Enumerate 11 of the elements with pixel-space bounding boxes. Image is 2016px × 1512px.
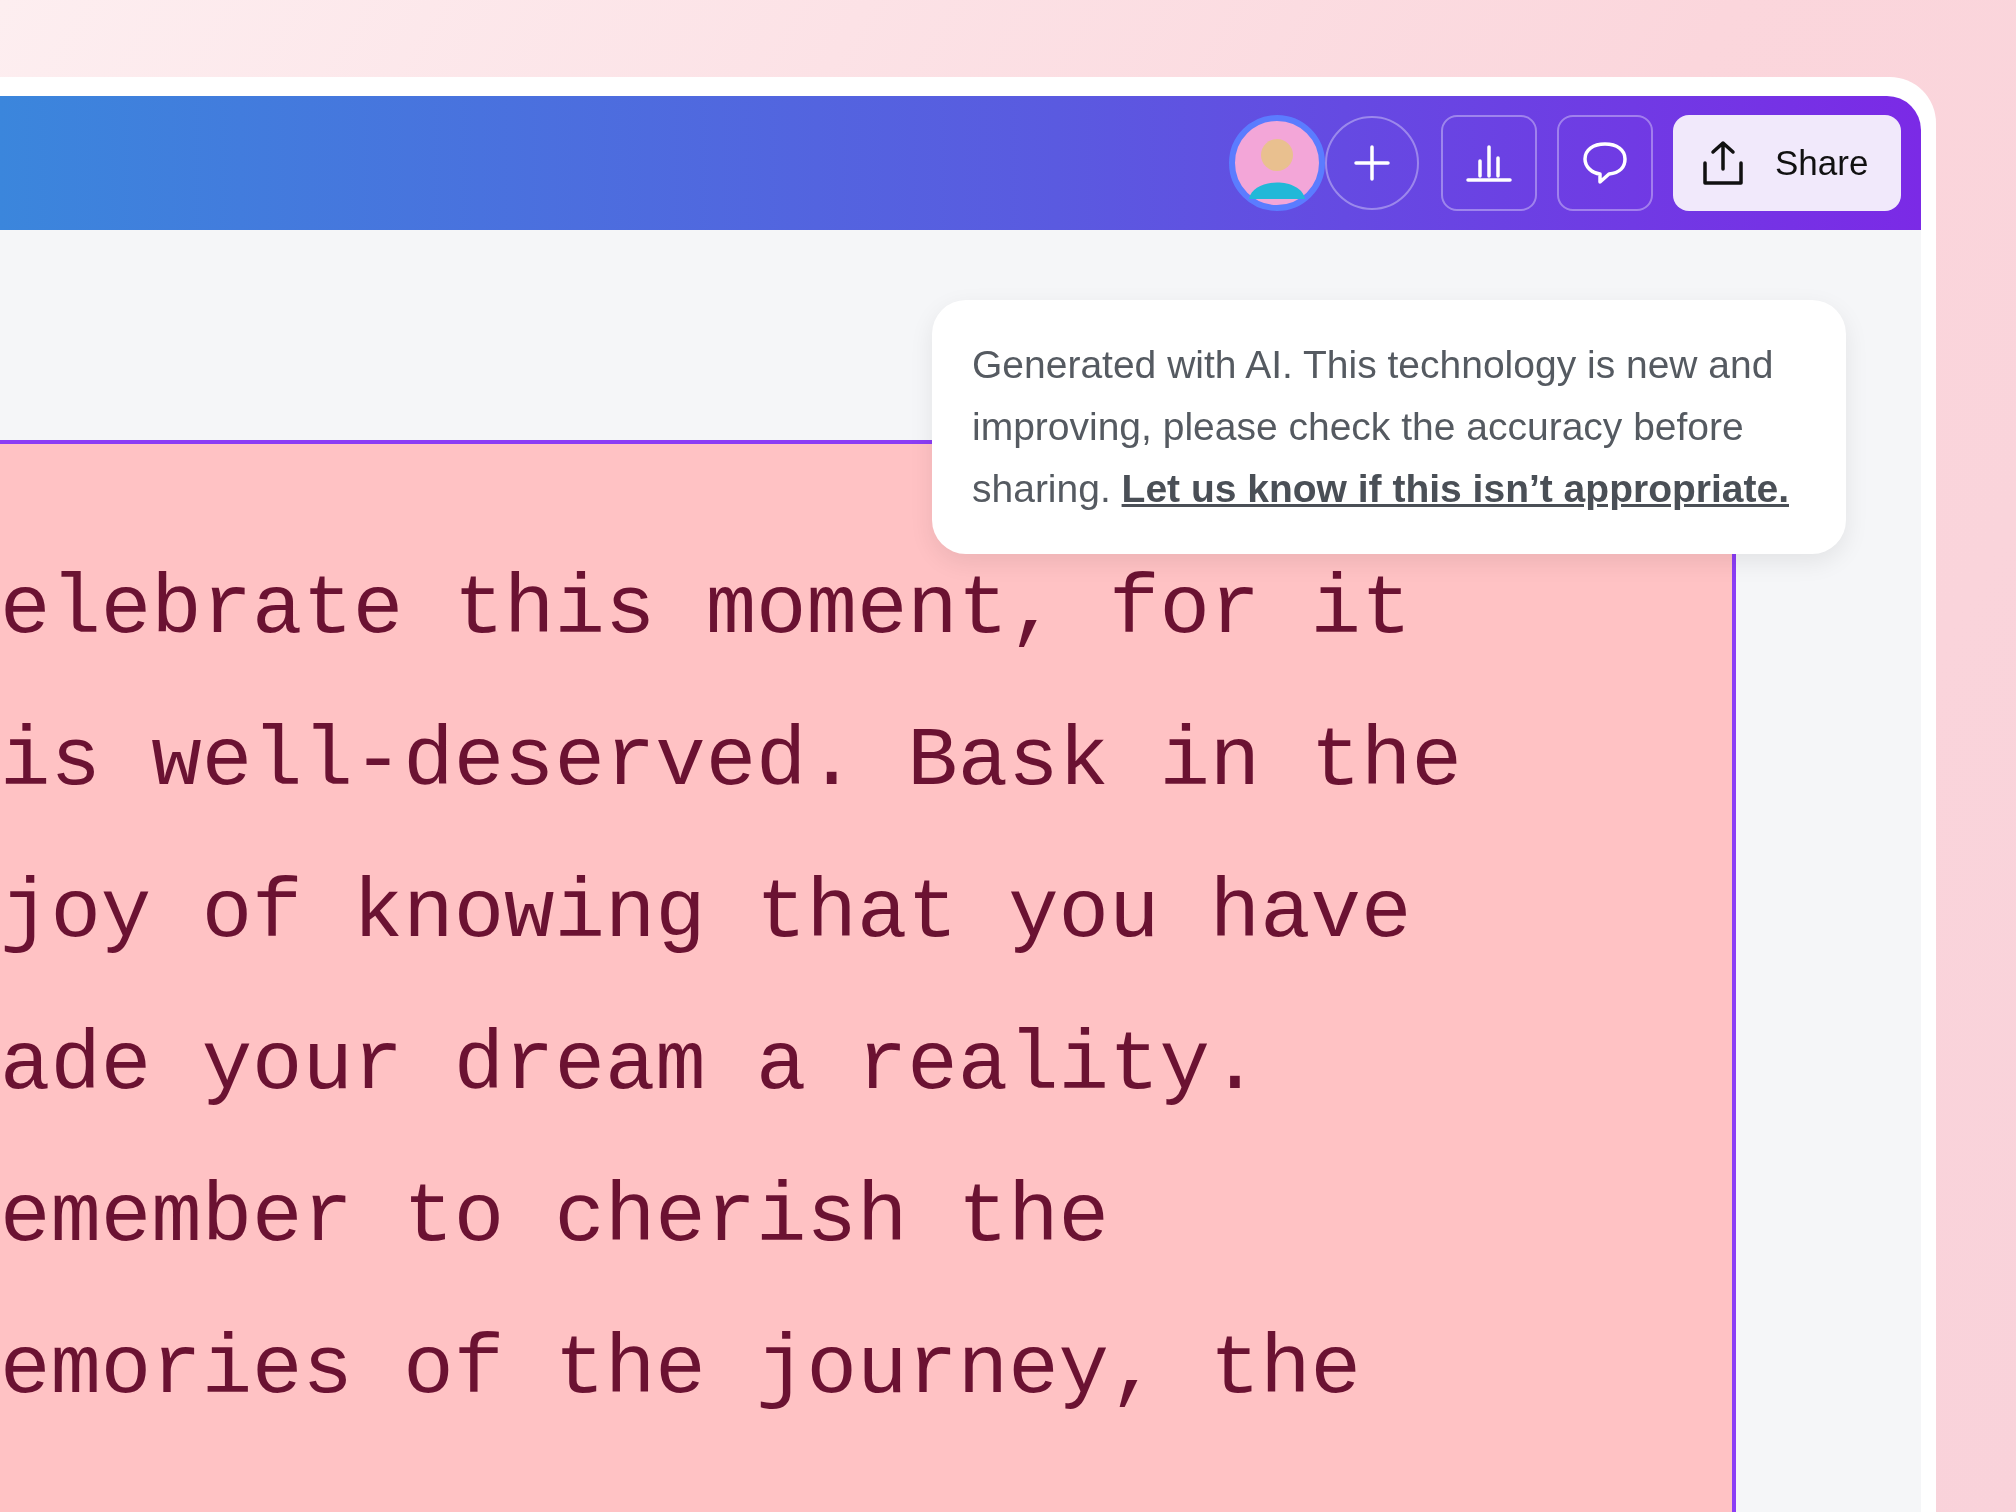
- avatar-icon[interactable]: [1229, 115, 1325, 211]
- plus-icon: [1352, 143, 1392, 183]
- body-text: elebrate this moment, for it is well-deserved. Bask in the joy of knowing that you have ade your dream a reality. emember to cherish the emories of the journey, the: [0, 568, 1462, 1412]
- bar-chart-icon: [1464, 143, 1514, 183]
- speech-bubble-icon: [1580, 140, 1630, 186]
- ai-notice-text: Generated with AI. This technology is new and improving, please check the accuracy before sharing. Let us know if this isn’t appropriate.: [972, 342, 1790, 512]
- share-button[interactable]: Share: [1673, 115, 1901, 211]
- insights-button[interactable]: [1441, 115, 1537, 211]
- add-person-button[interactable]: [1325, 116, 1419, 210]
- report-link[interactable]: Let us know if this isn’t appropriate.: [1121, 467, 1789, 510]
- comment-button[interactable]: [1557, 115, 1653, 211]
